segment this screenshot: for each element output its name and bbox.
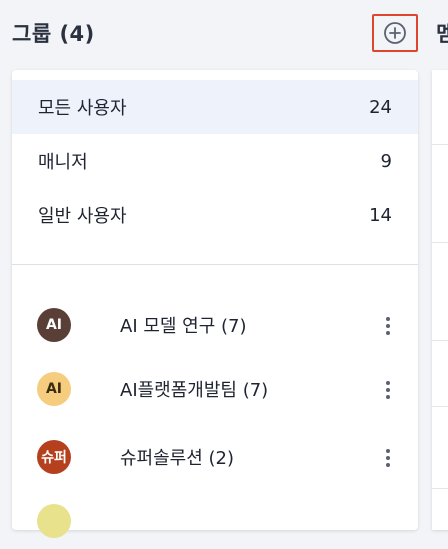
group-item[interactable]: AI AI 모델 연구 (7) [12,299,418,353]
filter-label: 매니저 [38,152,88,173]
filter-count: 24 [369,96,392,118]
groups-panel: 모든 사용자 24 매니저 9 일반 사용자 14 AI AI 모델 연구 (7… [12,70,418,538]
divider [432,242,448,243]
divider [432,144,448,145]
filter-count: 9 [380,150,392,172]
filter-managers[interactable]: 매니저 9 [12,134,418,188]
filter-label: 모든 사용자 [38,98,127,119]
members-panel-edge [432,70,448,530]
filter-count: 14 [369,204,392,226]
avatar: AI [37,372,71,406]
more-options-icon[interactable] [380,443,396,473]
group-item[interactable] [12,495,418,549]
group-item[interactable]: 슈퍼 슈퍼솔루션 (2) [12,431,418,485]
plus-circle-icon [383,21,407,45]
group-item[interactable]: AI AI플랫폼개발팀 (7) [12,363,418,417]
avatar: AI [37,308,71,342]
divider [432,406,448,407]
filter-label: 일반 사용자 [38,206,127,227]
group-name: 슈퍼솔루션 (2) [120,448,235,469]
add-group-button[interactable] [372,14,418,52]
divider [432,488,448,489]
group-name: AI플랫폼개발팀 (7) [120,380,269,401]
members-title-fragment: 멤 [436,22,448,46]
more-options-icon[interactable] [380,311,396,341]
page-title: 그룹 (4) [12,22,95,46]
avatar: 슈퍼 [37,440,71,474]
divider [12,264,418,265]
group-name: AI 모델 연구 (7) [120,316,247,337]
divider [432,340,448,341]
avatar [37,504,71,538]
filter-all-users[interactable]: 모든 사용자 24 [12,80,418,134]
more-options-icon[interactable] [380,375,396,405]
filter-regular-users[interactable]: 일반 사용자 14 [12,188,418,242]
